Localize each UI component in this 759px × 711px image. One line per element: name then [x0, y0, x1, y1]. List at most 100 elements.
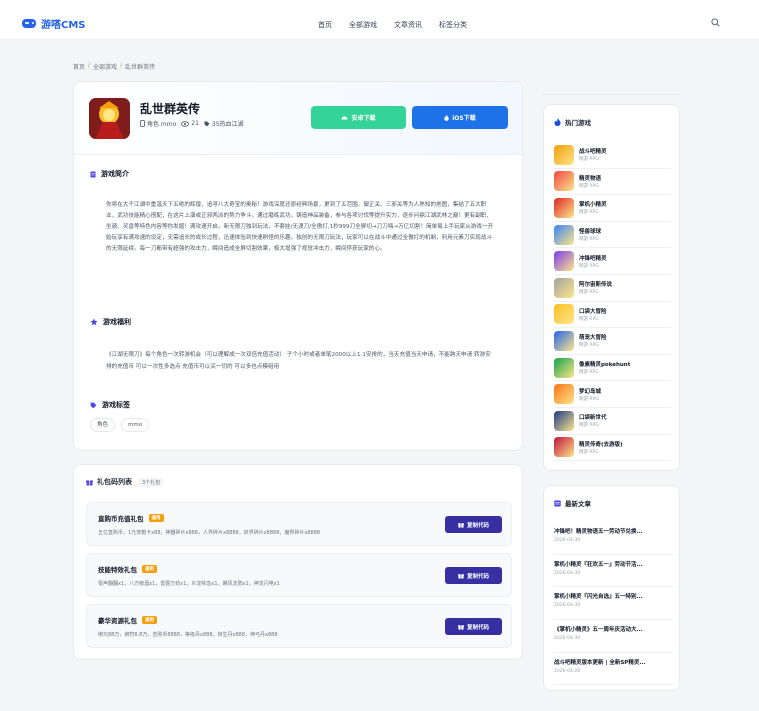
star-icon	[90, 318, 98, 326]
breadcrumb-separator: /	[88, 62, 91, 69]
hot-game-genre: 网游 RPG	[579, 237, 599, 243]
news-item-title[interactable]: 掌机小精灵『闪光自选』五一特别...	[554, 592, 674, 600]
hot-game-thumbnail	[554, 251, 574, 272]
nav-home[interactable]: 首页	[318, 20, 332, 30]
news-item-date: 2026-04-28	[554, 668, 581, 674]
hot-game-genre: 网游 RPG	[579, 263, 599, 269]
game-detail-card: 乱世群英传 角色 mmo 21 35热血江湖 安卓下载 iOS下载 游戏简介 你…	[73, 81, 523, 451]
breadcrumb-current: 乱世群英传	[125, 64, 156, 71]
hot-game-item[interactable]: 像素精灵pokehunt 网游 RPG	[554, 355, 671, 382]
game-cover-image	[89, 98, 130, 139]
hot-game-name: 精灵物语	[579, 175, 602, 182]
hot-game-genre: 网游 RPG	[579, 183, 599, 189]
eye-icon	[181, 120, 190, 127]
breadcrumb-all-games[interactable]: 全部游戏	[93, 62, 117, 71]
news-item-title[interactable]: 掌机小精灵『狂欢五一』劳动节活...	[554, 560, 674, 568]
intro-title: 游戏简介	[101, 170, 129, 178]
hot-game-item[interactable]: 怪兽球球 网游 RPG	[554, 222, 671, 249]
hot-game-genre: 网游 RPG	[579, 157, 599, 163]
meta-category: 角色 mmo	[140, 119, 176, 128]
gamepad-icon	[22, 19, 36, 28]
ios-download-button[interactable]: iOS下载	[412, 106, 508, 129]
hot-game-item[interactable]: 精灵物语 网游 RPG	[554, 169, 671, 196]
nav-articles[interactable]: 文章资讯	[394, 20, 422, 30]
hot-game-name: 口袋新世代	[579, 415, 607, 422]
hot-game-item[interactable]: 萌宠大冒险 网游 RPG	[554, 328, 671, 355]
hot-game-thumbnail	[554, 171, 574, 192]
hot-game-name: 战斗吧精灵	[579, 149, 607, 156]
breadcrumb-home[interactable]: 首页	[73, 62, 85, 71]
hot-game-genre: 网游 RPG	[579, 343, 599, 349]
tag-chip[interactable]: mmo	[121, 418, 150, 432]
gift-desc: 五亿直购币，1元宠箱卡x88，神器碎片x888，人界碎片x8888，妖界碎片x8…	[98, 530, 321, 536]
news-item[interactable]: 《掌机小精灵》五一周年庆活动大... 2026-04-30	[554, 620, 674, 653]
gift-icon	[86, 480, 93, 485]
news-item[interactable]: 冲锋吧！精灵物语五一劳动节兑换... 2026-04-30	[554, 522, 674, 555]
top-navbar: 游嗒CMS 首页 全部游戏 文章资讯 标签分类	[0, 0, 759, 40]
hot-games-heading: 热门游戏	[554, 117, 591, 127]
news-item-date: 2026-04-30	[554, 636, 581, 642]
hot-game-thumbnail	[554, 330, 574, 351]
hot-game-thumbnail	[554, 357, 574, 378]
news-item[interactable]: 战斗吧精灵版本更新 | 全新SP精灵... 2026-04-28	[554, 653, 674, 686]
logo-text: 游嗒CMS	[41, 20, 86, 31]
news-item-title[interactable]: 冲锋吧！精灵物语五一劳动节兑换...	[554, 527, 674, 535]
hot-game-text: 梦幻岛城 网游 RPG	[579, 387, 601, 402]
document-icon	[90, 171, 96, 177]
news-item-title[interactable]: 《掌机小精灵》五一周年庆活动大...	[554, 625, 674, 633]
hot-game-item[interactable]: 口袋大冒险 网游 RPG	[554, 302, 671, 329]
newspaper-icon	[554, 500, 561, 506]
gift-item: 技能特效礼包 通用 零声翻翻x1，八方敏酒x1，雷霆万钧x1，炎龙咏急x1，飓风…	[86, 553, 512, 597]
gift-badge: 通用	[142, 565, 157, 573]
meta-views: 21	[181, 120, 199, 127]
hot-game-item[interactable]: 冲锋吧精灵 网游 RPG	[554, 248, 671, 275]
benefit-heading: 游戏福利	[90, 317, 131, 327]
hot-game-text: 精灵物语 网游 RPG	[579, 174, 601, 189]
meta-tag-text[interactable]: 35热血江湖	[212, 119, 244, 128]
news-item[interactable]: 掌机小精灵『闪光自选』五一特别... 2026-04-30	[554, 587, 674, 621]
gift-item: 豪华资源礼包 通用 绑元88万，绑符8.8万，吉购币8888，等级丹x888，转…	[86, 604, 512, 648]
gift-name-row: 豪华资源礼包 通用	[98, 615, 157, 625]
hot-game-item[interactable]: 口袋新世代 网游 RPG	[554, 408, 671, 435]
hot-game-item[interactable]: 阿尔宙斯传说 网游 RPG	[554, 275, 671, 302]
hot-game-thumbnail	[554, 304, 574, 325]
hot-game-text: 掌机小精灵 网游 RPG	[579, 200, 607, 215]
news-item[interactable]: 掌机小精灵『狂欢五一』劳动节活... 2026-04-30	[554, 555, 674, 588]
ios-download-label: iOS下载	[452, 115, 476, 122]
hot-game-text: 战斗吧精灵 网游 RPG	[579, 147, 607, 162]
hot-game-genre: 网游 RPG	[579, 396, 599, 402]
gift-count: 3个礼包	[138, 477, 165, 487]
hot-games-title: 热门游戏	[565, 119, 591, 127]
nav-all-games[interactable]: 全部游戏	[349, 20, 377, 30]
android-download-button[interactable]: 安卓下载	[311, 106, 406, 129]
latest-news-card: 最新文章 冲锋吧！精灵物语五一劳动节兑换... 2026-04-30 掌机小精灵『狂…	[543, 485, 680, 691]
hot-game-item[interactable]: 掌机小精灵 网游 RPG	[554, 195, 671, 222]
news-heading: 最新文章	[554, 498, 591, 508]
hot-game-text: 口袋大冒险 网游 RPG	[579, 307, 607, 322]
hot-game-item[interactable]: 战斗吧精灵 网游 RPG	[554, 142, 671, 169]
gift-heading: 礼包码列表 3个礼包	[86, 477, 165, 487]
copy-code-button[interactable]: 复制代码	[445, 567, 502, 584]
gift-desc: 零声翻翻x1，八方敏酒x1，雷霆万钧x1，炎龙咏急x1，飓风龙鸦x1，神龙闪电x…	[98, 581, 280, 587]
meta-tag: 35热血江湖	[204, 119, 244, 128]
hot-games-card: 热门游戏 战斗吧精灵 网游 RPG 精灵物语 网游 RPG 掌机小精灵 网游 RPG 怪兽球…	[543, 104, 680, 471]
news-title: 最新文章	[565, 500, 591, 508]
news-item-title[interactable]: 战斗吧精灵版本更新 | 全新SP精灵...	[554, 658, 674, 666]
sidebar-divider	[543, 81, 680, 95]
gift-desc: 绑元88万，绑符8.8万，吉购币8888，等级丹x888，转生丹x888，神弓丹…	[98, 632, 278, 638]
search-icon[interactable]	[711, 18, 720, 27]
site-logo[interactable]: 游嗒CMS	[22, 16, 86, 31]
intro-text: 你将在大千江湖中重温天下五绝的辉煌，追寻八大奇宝的奥秘！游戏深度还原经典场景，更…	[106, 202, 494, 252]
hot-games-list: 战斗吧精灵 网游 RPG 精灵物语 网游 RPG 掌机小精灵 网游 RPG 怪兽球球 网游 R…	[554, 142, 671, 462]
gift-badge: 通用	[142, 616, 157, 624]
nav-tags[interactable]: 标签分类	[439, 20, 467, 30]
tag-chip[interactable]: 角色	[90, 418, 116, 432]
copy-code-button[interactable]: 复制代码	[445, 618, 502, 635]
hot-game-name: 梦幻岛城	[579, 388, 602, 395]
hot-game-item[interactable]: 梦幻岛城 网游 RPG	[554, 381, 671, 408]
copy-code-button[interactable]: 复制代码	[445, 516, 502, 533]
gift-title: 礼包码列表	[97, 478, 132, 486]
hot-game-text: 口袋新世代 网游 RPG	[579, 413, 607, 428]
phone-icon	[140, 120, 145, 127]
hot-game-item[interactable]: 精灵传奇(去游版) 网游 RPG	[554, 435, 671, 462]
